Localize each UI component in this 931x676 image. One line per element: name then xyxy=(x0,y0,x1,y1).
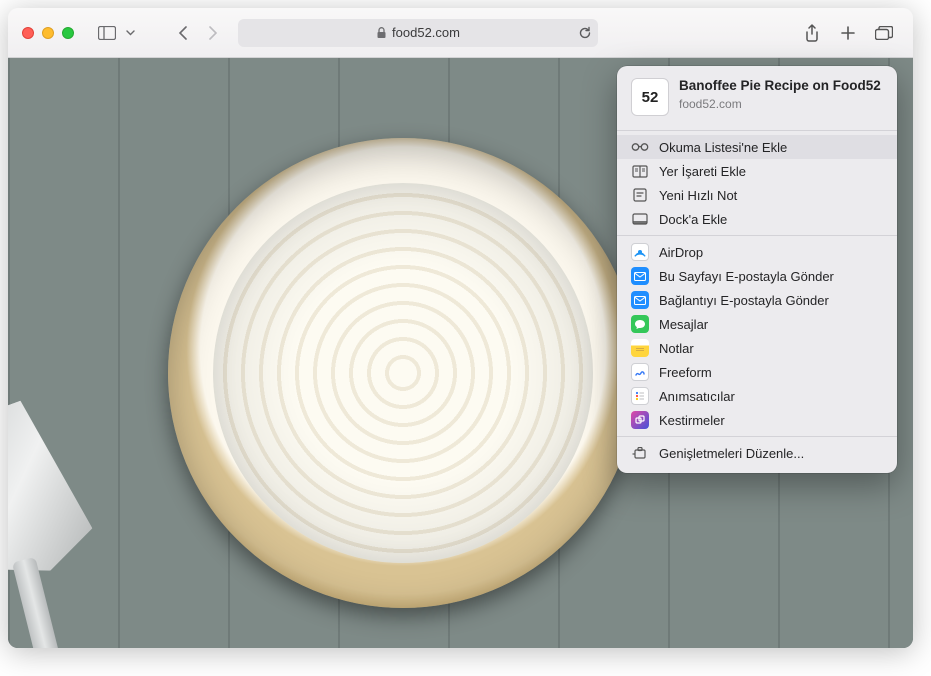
share-item-shortcuts[interactable]: Kestirmeler xyxy=(617,408,897,432)
notes-icon xyxy=(631,339,649,357)
chevron-right-icon xyxy=(208,26,218,40)
share-item-bookmark[interactable]: Yer İşareti Ekle xyxy=(617,159,897,183)
new-tab-button[interactable] xyxy=(833,20,863,46)
menu-label: Yeni Hızlı Not xyxy=(659,188,737,203)
share-item-edit-extensions[interactable]: Genişletmeleri Düzenle... xyxy=(617,441,897,465)
mail-icon xyxy=(631,291,649,309)
share-menu: 52 Banoffee Pie Recipe on Food52 food52.… xyxy=(617,66,897,473)
share-item-notes[interactable]: Notlar xyxy=(617,336,897,360)
menu-label: Bu Sayfayı E-postayla Gönder xyxy=(659,269,834,284)
menu-label: Notlar xyxy=(659,341,694,356)
toolbar: food52.com xyxy=(8,8,913,58)
close-window-button[interactable] xyxy=(22,27,34,39)
menu-label: Yer İşareti Ekle xyxy=(659,164,746,179)
share-item-freeform[interactable]: Freeform xyxy=(617,360,897,384)
extensions-icon xyxy=(631,444,649,462)
share-item-quick-note[interactable]: Yeni Hızlı Not xyxy=(617,183,897,207)
freeform-icon xyxy=(631,363,649,381)
share-icon xyxy=(804,24,820,42)
share-subtitle: food52.com xyxy=(679,97,881,111)
glasses-icon xyxy=(631,138,649,156)
share-item-reading-list[interactable]: Okuma Listesi'ne Ekle xyxy=(617,135,897,159)
plus-icon xyxy=(840,25,856,41)
menu-label: Mesajlar xyxy=(659,317,708,332)
back-button[interactable] xyxy=(168,20,198,46)
minimize-window-button[interactable] xyxy=(42,27,54,39)
tabs-icon xyxy=(875,26,893,40)
menu-label: Bağlantıyı E-postayla Gönder xyxy=(659,293,829,308)
share-item-add-to-dock[interactable]: Dock'a Ekle xyxy=(617,207,897,231)
tab-overview-button[interactable] xyxy=(869,20,899,46)
address-text: food52.com xyxy=(392,25,460,40)
maximize-window-button[interactable] xyxy=(62,27,74,39)
share-item-airdrop[interactable]: AirDrop xyxy=(617,240,897,264)
share-button[interactable] xyxy=(797,20,827,46)
window-controls xyxy=(22,27,74,39)
shortcuts-icon xyxy=(631,411,649,429)
menu-label: Okuma Listesi'ne Ekle xyxy=(659,140,787,155)
dock-icon xyxy=(631,210,649,228)
menu-label: AirDrop xyxy=(659,245,703,260)
menu-label: Dock'a Ekle xyxy=(659,212,727,227)
share-item-email-link[interactable]: Bağlantıyı E-postayla Gönder xyxy=(617,288,897,312)
messages-icon xyxy=(631,315,649,333)
share-title: Banoffee Pie Recipe on Food52 xyxy=(679,78,881,95)
menu-label: Kestirmeler xyxy=(659,413,725,428)
forward-button[interactable] xyxy=(198,20,228,46)
bookmark-icon xyxy=(631,162,649,180)
safari-window: food52.com 52 Bano xyxy=(8,8,913,648)
menu-label: Anımsatıcılar xyxy=(659,389,735,404)
share-item-reminders[interactable]: Anımsatıcılar xyxy=(617,384,897,408)
sidebar-toggle-button[interactable] xyxy=(92,20,122,46)
chevron-down-icon xyxy=(126,30,135,36)
mail-icon xyxy=(631,267,649,285)
share-thumbnail: 52 xyxy=(631,78,669,116)
lock-icon xyxy=(376,27,387,39)
chevron-left-icon xyxy=(178,26,188,40)
airdrop-icon xyxy=(631,243,649,261)
sidebar-icon xyxy=(98,26,116,40)
share-header: 52 Banoffee Pie Recipe on Food52 food52.… xyxy=(617,76,897,126)
reload-icon xyxy=(578,26,592,40)
menu-label: Freeform xyxy=(659,365,712,380)
reload-button[interactable] xyxy=(578,26,592,40)
share-item-messages[interactable]: Mesajlar xyxy=(617,312,897,336)
address-bar[interactable]: food52.com xyxy=(238,19,598,47)
reminders-icon xyxy=(631,387,649,405)
share-item-email-page[interactable]: Bu Sayfayı E-postayla Gönder xyxy=(617,264,897,288)
tab-group-dropdown[interactable] xyxy=(122,20,138,46)
quick-note-icon xyxy=(631,186,649,204)
menu-label: Genişletmeleri Düzenle... xyxy=(659,446,804,461)
